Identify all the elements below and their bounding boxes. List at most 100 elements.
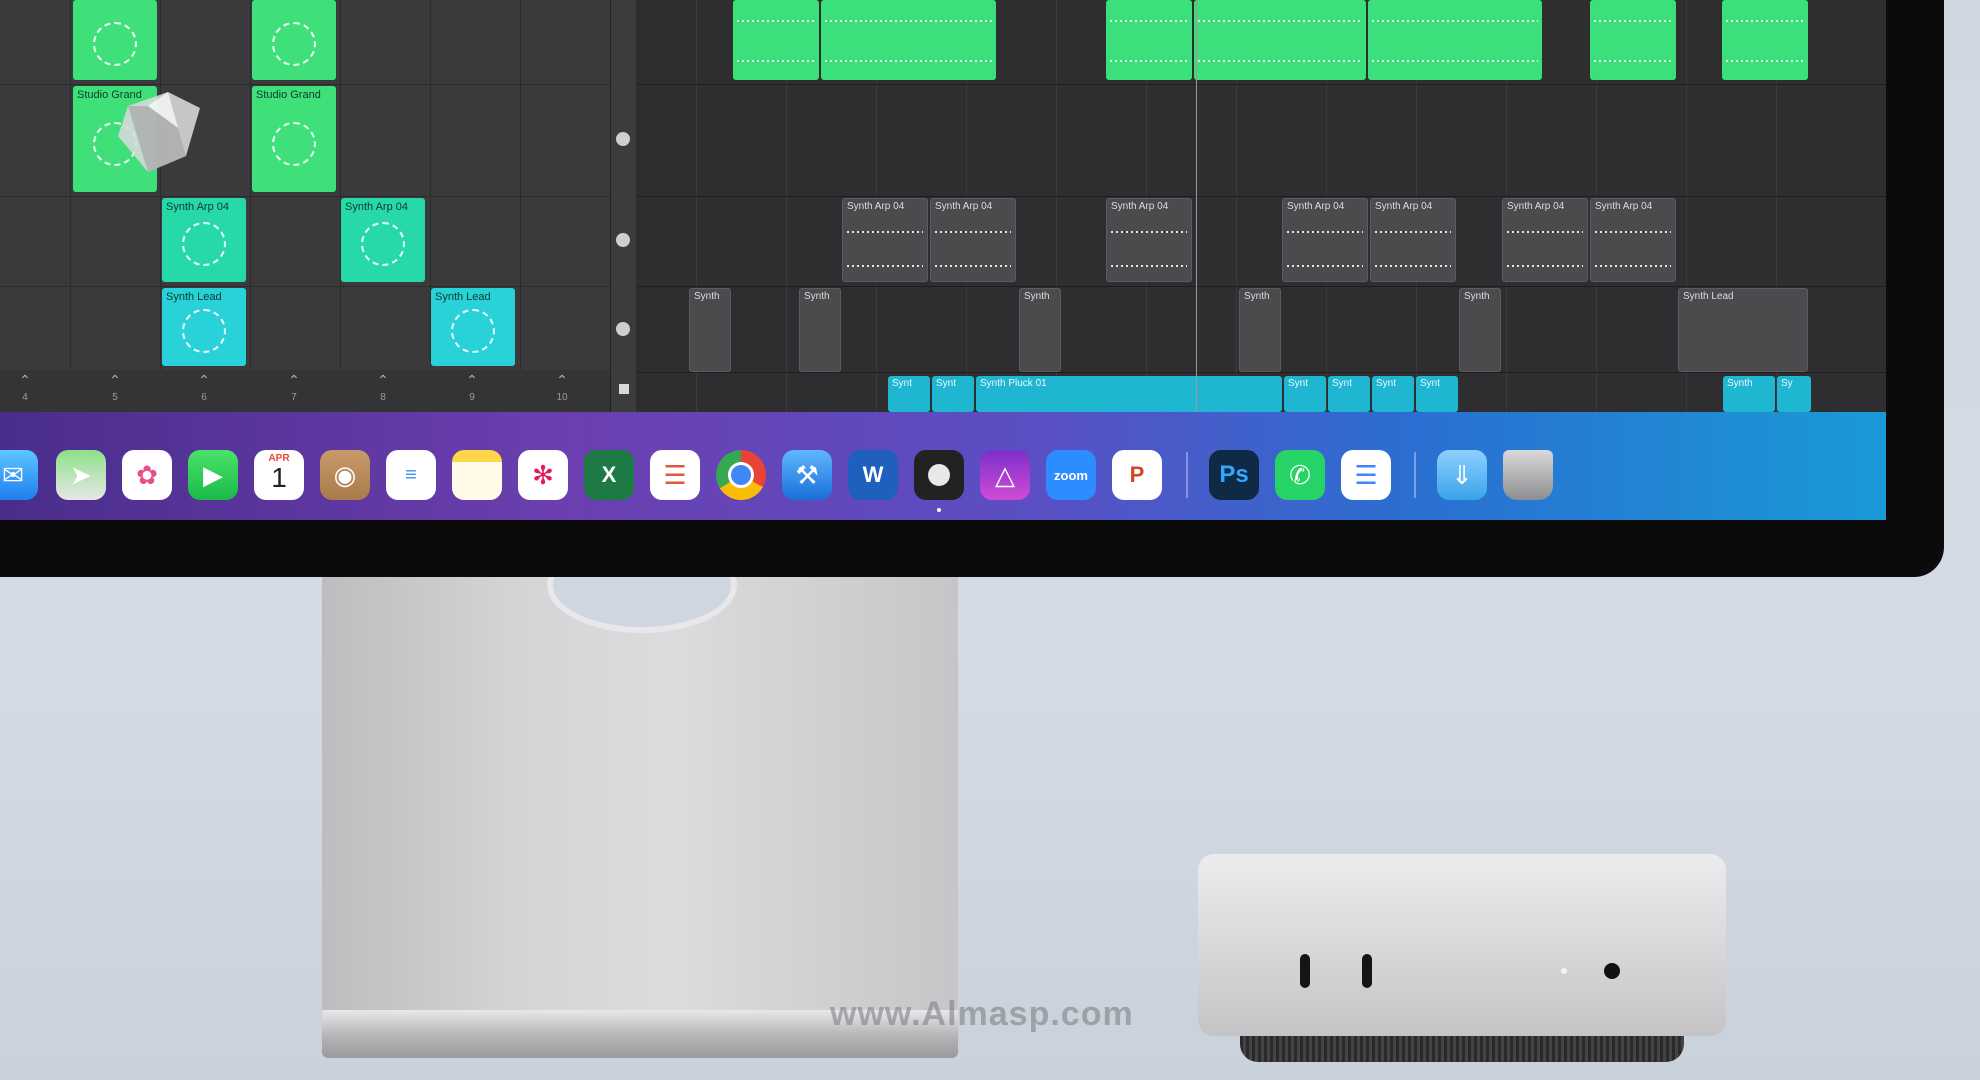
loop-cell-synth-lead[interactable]: Synth Lead <box>162 288 246 366</box>
pluck-region[interactable]: Sy <box>1777 376 1811 412</box>
column-trigger-chevron-icon[interactable]: ⌃ <box>105 372 125 389</box>
cell-label: Studio Grand <box>256 89 321 101</box>
affinity-designer-icon[interactable]: △ <box>980 450 1030 500</box>
cell-label: Synth Arp 04 <box>345 201 408 213</box>
powerpoint-icon[interactable]: P <box>1112 450 1162 500</box>
cell-label: Synth Lead <box>435 291 491 303</box>
grid-divider <box>250 0 251 370</box>
whatsapp-icon[interactable]: ✆ <box>1275 450 1325 500</box>
mail-icon[interactable]: ✉ <box>0 450 38 500</box>
speakerdeck-icon[interactable]: ☰ <box>650 450 700 500</box>
zoom-icon[interactable]: zoom <box>1046 450 1096 500</box>
downloads-folder-icon[interactable]: ⇓ <box>1437 450 1487 500</box>
google-docs-icon[interactable]: ☰ <box>1341 450 1391 500</box>
column-trigger-chevron-icon[interactable]: ⌃ <box>462 372 482 389</box>
synth-region[interactable]: Synth <box>799 288 841 372</box>
pluck-region[interactable]: Synth <box>1723 376 1775 412</box>
notes-icon[interactable] <box>452 450 502 500</box>
pluck-region[interactable]: Synt <box>1284 376 1326 412</box>
audio-region[interactable] <box>1722 0 1808 80</box>
pluck-region[interactable]: Synt <box>1372 376 1414 412</box>
grid-row-divider <box>0 286 610 287</box>
column-number: 8 <box>380 392 386 403</box>
loop-cell-synth-lead[interactable]: Synth Lead <box>431 288 515 366</box>
column-trigger-chevron-icon[interactable]: ⌃ <box>15 372 35 389</box>
loop-cell[interactable] <box>73 0 157 80</box>
loop-ring-icon <box>272 122 316 167</box>
loop-ring-icon <box>451 308 495 353</box>
chrome-icon[interactable] <box>716 450 766 500</box>
column-trigger-chevron-icon[interactable]: ⌃ <box>284 372 304 389</box>
slack-icon[interactable]: ✻ <box>518 450 568 500</box>
column-trigger-chevron-icon[interactable]: ⌃ <box>373 372 393 389</box>
audio-region[interactable] <box>1590 0 1676 80</box>
pluck-region[interactable]: Synth Pluck 01 <box>976 376 1282 412</box>
dock-separator <box>1414 452 1416 498</box>
usb-c-port <box>1362 954 1372 988</box>
loop-ring-icon <box>361 222 405 267</box>
arp-region[interactable]: Synth Arp 04 <box>1590 198 1676 282</box>
trash-icon[interactable] <box>1503 450 1553 500</box>
loop-cell-synth-arp[interactable]: Synth Arp 04 <box>162 198 246 282</box>
arp-region[interactable]: Synth Arp 04 <box>1282 198 1368 282</box>
photoshop-icon[interactable]: Ps <box>1209 450 1259 500</box>
contacts-icon[interactable]: ◉ <box>320 450 370 500</box>
arp-region[interactable]: Synth Arp 04 <box>1106 198 1192 282</box>
display-stand <box>322 577 958 1022</box>
facetime-icon[interactable]: ▶ <box>188 450 238 500</box>
arp-region[interactable]: Synth Arp 04 <box>1370 198 1456 282</box>
pluck-region[interactable]: Synt <box>888 376 930 412</box>
word-icon[interactable]: W <box>848 450 898 500</box>
audio-region[interactable] <box>1194 0 1366 80</box>
running-indicator <box>937 508 941 512</box>
pluck-region[interactable]: Synt <box>1328 376 1370 412</box>
grid-row-divider <box>0 196 610 197</box>
photos-icon[interactable]: ✿ <box>122 450 172 500</box>
screen: Studio Grand Studio Grand Synth Arp 04 S… <box>0 0 1886 520</box>
dock-separator <box>1186 452 1188 498</box>
column-trigger-chevron-icon[interactable]: ⌃ <box>194 372 214 389</box>
synth-region[interactable]: Synth <box>1019 288 1061 372</box>
loop-progress-icon <box>616 132 630 146</box>
loop-cell[interactable] <box>252 0 336 80</box>
loop-cell-synth-arp[interactable]: Synth Arp 04 <box>341 198 425 282</box>
column-number: 9 <box>469 392 475 403</box>
watermark: www.Almasp.com <box>830 995 1134 1033</box>
sketch-drag-icon <box>118 92 200 172</box>
pluck-region[interactable]: Synt <box>932 376 974 412</box>
column-number: 4 <box>22 392 28 403</box>
loop-progress-icon <box>616 322 630 336</box>
xcode-icon[interactable]: ⚒ <box>782 450 832 500</box>
synth-region[interactable]: Synth <box>689 288 731 372</box>
grid-divider <box>160 0 161 370</box>
synth-region[interactable]: Synth <box>1239 288 1281 372</box>
stop-icon[interactable] <box>619 384 629 394</box>
excel-icon[interactable]: X <box>584 450 634 500</box>
audio-region[interactable] <box>1106 0 1192 80</box>
loop-ring-icon <box>182 308 226 353</box>
loop-progress-icon <box>616 233 630 247</box>
dock: ✉ ➤ ✿ ▶ APR 1 ◉ ≡ ✻ X ☰ ⚒ W △ zoom P Ps … <box>0 412 1886 520</box>
logic-pro-icon[interactable] <box>914 450 964 500</box>
grid-row-divider <box>0 84 610 85</box>
arp-region[interactable]: Synth Arp 04 <box>930 198 1016 282</box>
cell-label: Synth Arp 04 <box>166 201 229 213</box>
loop-ring-icon <box>272 22 316 66</box>
audio-region[interactable] <box>1368 0 1542 80</box>
synth-region[interactable]: Synth <box>1459 288 1501 372</box>
calendar-icon[interactable]: APR 1 <box>254 450 304 500</box>
audio-region[interactable] <box>821 0 996 80</box>
audio-region[interactable] <box>733 0 819 80</box>
mac-mini <box>1198 854 1726 1036</box>
arp-region[interactable]: Synth Arp 04 <box>842 198 928 282</box>
maps-icon[interactable]: ➤ <box>56 450 106 500</box>
pluck-region[interactable]: Synt <box>1416 376 1458 412</box>
column-trigger-chevron-icon[interactable]: ⌃ <box>552 372 572 389</box>
cell-label: Synth Lead <box>166 291 222 303</box>
arp-region[interactable]: Synth Arp 04 <box>1502 198 1588 282</box>
loop-cell-studio-grand[interactable]: Studio Grand <box>252 86 336 192</box>
playhead[interactable] <box>1196 0 1197 412</box>
synth-lead-region[interactable]: Synth Lead <box>1678 288 1808 372</box>
reminders-icon[interactable]: ≡ <box>386 450 436 500</box>
column-number: 10 <box>556 392 568 403</box>
